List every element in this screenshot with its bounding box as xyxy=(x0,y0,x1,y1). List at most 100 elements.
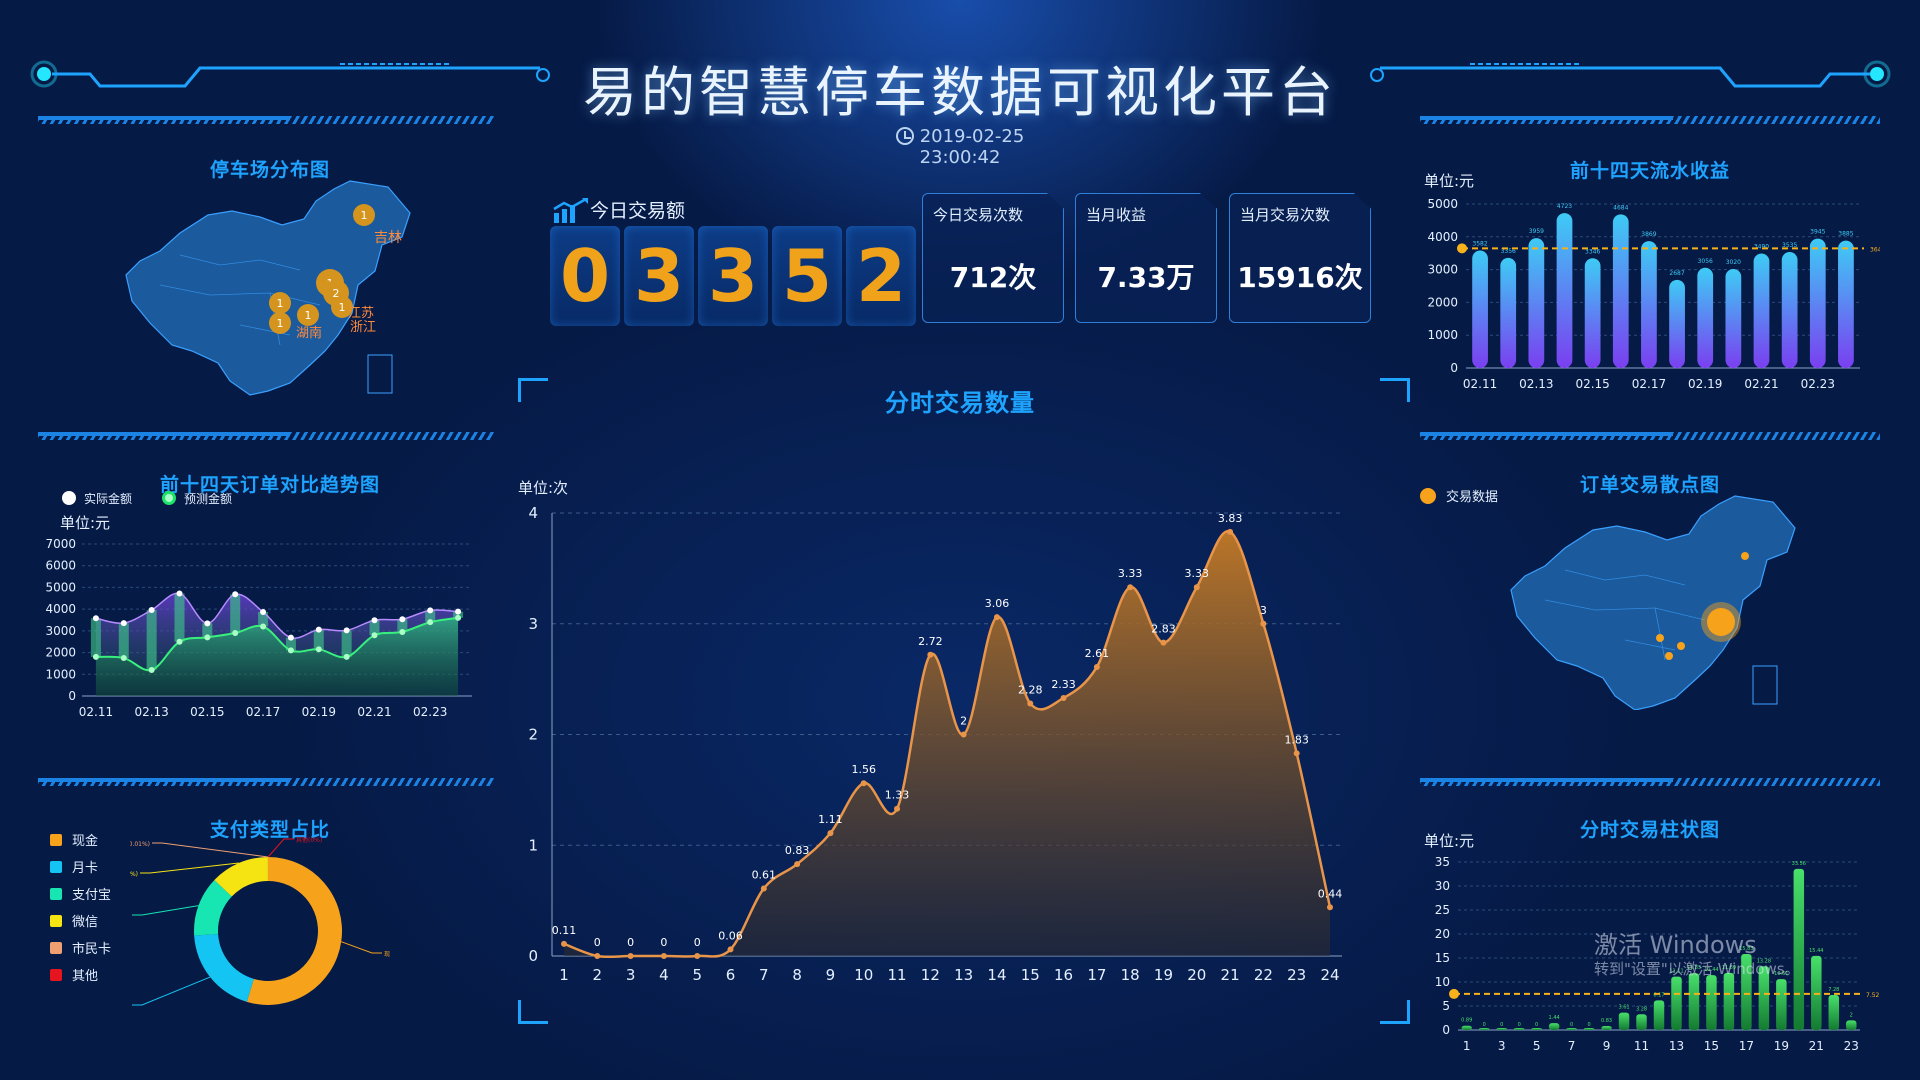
legend-item[interactable]: 微信 xyxy=(50,907,111,934)
legend-item[interactable]: 现金 xyxy=(50,826,111,853)
legend-item[interactable]: 实际金额 xyxy=(62,490,132,507)
average-marker xyxy=(1449,988,1459,999)
average-label: 7.52 xyxy=(1866,992,1880,999)
legend-item[interactable]: 预测金额 xyxy=(162,490,232,507)
map-marker-label: 1 xyxy=(277,317,284,330)
data-label: 3885 xyxy=(1838,231,1853,238)
label-leader xyxy=(140,862,239,874)
x-tick-label: 15 xyxy=(1704,1039,1719,1053)
actual-point xyxy=(260,608,267,615)
data-point xyxy=(1260,620,1267,627)
data-label: 0 xyxy=(594,936,601,949)
forecast-point xyxy=(92,653,99,660)
data-point xyxy=(1160,639,1167,646)
legend-item[interactable]: 其他 xyxy=(50,961,111,988)
bar xyxy=(1461,1025,1472,1030)
actual-point xyxy=(315,626,322,633)
data-point xyxy=(561,940,567,947)
map-marker-label: 1 xyxy=(339,301,346,314)
slice-label: 其他(0%) xyxy=(296,836,322,844)
frame-corner xyxy=(518,378,548,402)
data-point xyxy=(627,953,634,959)
legend-label: 市民卡 xyxy=(72,942,112,957)
section-divider xyxy=(1420,432,1880,440)
forecast-point xyxy=(427,619,434,626)
data-point xyxy=(1327,904,1333,911)
x-tick-label: 02.15 xyxy=(1575,377,1609,391)
forecast-point xyxy=(120,655,127,661)
bar xyxy=(1496,1028,1507,1030)
x-tick-label: 02.23 xyxy=(413,705,447,719)
average-marker xyxy=(1457,243,1467,254)
area-fill xyxy=(564,531,1330,957)
data-label: 2.61 xyxy=(1085,647,1110,660)
data-point xyxy=(1293,750,1300,757)
x-tick-label: 02.13 xyxy=(1519,377,1553,391)
x-tick-label: 02.15 xyxy=(190,705,224,719)
map-label: 浙江 xyxy=(350,320,376,335)
range-bar xyxy=(90,618,101,657)
digit: 3 xyxy=(624,226,694,326)
forecast-point xyxy=(287,647,294,654)
data-label: 33.56 xyxy=(1792,861,1806,867)
legend-item[interactable]: 支付宝 xyxy=(50,880,111,907)
revenue-title: 前十四天流水收益 xyxy=(1569,160,1730,182)
y-tick-label: 0 xyxy=(528,947,538,965)
bar xyxy=(1636,1014,1647,1030)
bar xyxy=(1478,1028,1490,1030)
map-marker-label: 1 xyxy=(305,309,312,322)
bar xyxy=(1723,972,1735,1030)
y-tick-label: 5000 xyxy=(1427,197,1458,211)
x-tick-label: 11 xyxy=(887,966,906,984)
x-tick-label: 8 xyxy=(792,966,802,984)
scatter-legend[interactable]: 交易数据 xyxy=(1420,486,1498,505)
forecast-point xyxy=(455,614,462,621)
bar xyxy=(1528,238,1545,368)
data-label: 0 xyxy=(1570,1022,1573,1028)
x-tick-label: 1 xyxy=(1463,1039,1471,1053)
y-tick-label: 0 xyxy=(1442,1023,1450,1037)
data-point xyxy=(960,731,967,738)
x-tick-label: 02.13 xyxy=(134,705,168,719)
x-tick-label: 10 xyxy=(854,966,873,984)
x-tick-label: 9 xyxy=(1603,1039,1611,1053)
digit: 5 xyxy=(772,226,842,326)
payment-legend: 现金 月卡 支付宝 微信市民卡其他 xyxy=(50,826,111,988)
data-label: 0.89 xyxy=(1461,1018,1472,1024)
forecast-point xyxy=(260,623,267,630)
map-label: 江苏 xyxy=(348,305,374,321)
section-divider xyxy=(38,116,494,124)
stat-card-month-count: 当月交易次数 15916次 xyxy=(1229,193,1371,323)
data-label: 1.56 xyxy=(851,763,876,776)
actual-point xyxy=(455,608,462,615)
datetime: 2019-02-25 23:00:42 xyxy=(860,126,1060,168)
legend-item[interactable]: 市民卡 xyxy=(50,934,111,961)
actual-point xyxy=(120,620,127,627)
x-tick-label: 23 xyxy=(1844,1039,1859,1053)
section-divider xyxy=(1420,116,1880,124)
section-divider xyxy=(38,778,494,786)
actual-point xyxy=(92,615,99,622)
forecast-point xyxy=(315,646,322,653)
data-point xyxy=(660,953,667,959)
bar xyxy=(1566,1028,1577,1030)
legend-item[interactable]: 月卡 xyxy=(50,853,111,880)
x-tick-label: 4 xyxy=(659,966,669,984)
data-point xyxy=(1127,584,1134,591)
x-tick-label: 23 xyxy=(1287,966,1306,984)
data-label: 0 xyxy=(694,936,701,949)
label-leader xyxy=(132,976,211,1006)
x-tick-label: 17 xyxy=(1087,966,1106,984)
data-point xyxy=(927,651,934,658)
data-point xyxy=(694,953,701,959)
range-bar xyxy=(118,623,129,658)
x-tick-label: 21 xyxy=(1809,1039,1824,1053)
legend-swatch xyxy=(50,968,62,981)
parking-map[interactable]: 1 1 2 1 1 1 1 吉林 江苏 浙江 湖南 xyxy=(120,175,420,405)
x-tick-label: 17 xyxy=(1739,1039,1754,1053)
data-point xyxy=(1227,528,1234,535)
forecast-point xyxy=(204,634,211,641)
y-tick-label: 35 xyxy=(1435,855,1450,869)
scatter-map[interactable] xyxy=(1505,490,1805,710)
data-label: 3.83 xyxy=(1218,512,1243,525)
